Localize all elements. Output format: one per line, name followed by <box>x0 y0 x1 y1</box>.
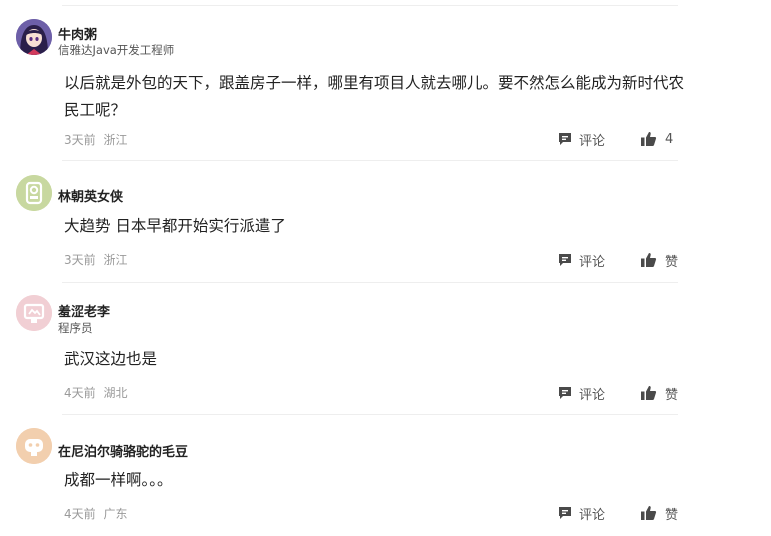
comment-location: 浙江 <box>103 133 128 147</box>
like-label: 赞 <box>665 387 679 403</box>
comment-bubble-icon <box>559 133 571 145</box>
comment-username[interactable]: 羞涩老李 <box>58 301 110 320</box>
comment-meta: 3天前 浙江 <box>64 131 127 148</box>
thumbs-up-icon <box>641 506 657 520</box>
comment-divider <box>62 160 678 161</box>
anime-girl-avatar[interactable] <box>16 19 52 55</box>
reply-button[interactable]: 评论 <box>557 503 605 523</box>
comment-location: 广东 <box>103 507 128 521</box>
reply-label: 评论 <box>579 254 606 270</box>
like-label: 赞 <box>665 507 679 523</box>
orange-default-avatar[interactable] <box>16 428 52 464</box>
like-count: 4 <box>665 131 674 147</box>
thumbs-up-icon <box>641 253 657 267</box>
comment-bubble-icon <box>559 387 571 399</box>
like-button[interactable]: 赞 <box>640 383 678 403</box>
comment-bubble-icon <box>559 507 571 519</box>
thumbs-up-icon <box>641 386 657 400</box>
reply-label: 评论 <box>579 507 606 523</box>
comment-user-title: 信雅达Java开发工程师 <box>58 43 175 57</box>
like-button[interactable]: 赞 <box>640 250 678 270</box>
comment-content: 大趋势 日本早都开始实行派遣了 <box>64 217 286 235</box>
comment-meta: 4天前 湖北 <box>64 384 127 401</box>
green-default-avatar[interactable] <box>16 175 52 211</box>
comment-location: 湖北 <box>103 386 128 400</box>
comment-time: 4天前 <box>64 386 96 400</box>
comment-meta: 3天前 浙江 <box>64 251 127 268</box>
comment-time: 3天前 <box>64 133 96 147</box>
reply-button[interactable]: 评论 <box>557 383 605 403</box>
like-label: 赞 <box>665 254 679 270</box>
reply-label: 评论 <box>579 387 606 403</box>
like-button[interactable]: 赞 <box>640 503 678 523</box>
top-divider <box>62 5 678 6</box>
comment-divider <box>62 282 678 283</box>
comment-user-title: 程序员 <box>58 321 93 335</box>
reply-button[interactable]: 评论 <box>557 250 605 270</box>
comment-bubble-icon <box>559 254 571 266</box>
pink-default-avatar[interactable] <box>16 295 52 331</box>
like-button[interactable]: 4 <box>640 129 673 149</box>
reply-label: 评论 <box>579 133 606 149</box>
comment-divider <box>62 414 678 415</box>
comment-content: 成都一样啊。。。 <box>64 471 173 489</box>
comment-username[interactable]: 牛肉粥 <box>58 24 97 43</box>
comment-username[interactable]: 在尼泊尔骑骆驼的毛豆 <box>58 441 188 460</box>
comment-username[interactable]: 林朝英女侠 <box>58 186 123 205</box>
comment-content: 武汉这边也是 <box>64 350 158 368</box>
comment-meta: 4天前 广东 <box>64 505 127 522</box>
comment-time: 4天前 <box>64 507 96 521</box>
thumbs-up-icon <box>641 132 657 146</box>
reply-button[interactable]: 评论 <box>557 129 605 149</box>
comment-location: 浙江 <box>103 253 128 267</box>
comment-time: 3天前 <box>64 253 96 267</box>
comment-content: 以后就是外包的天下，跟盖房子一样，哪里有项目人就去哪儿。要不然怎么能成为新时代农… <box>64 74 685 119</box>
